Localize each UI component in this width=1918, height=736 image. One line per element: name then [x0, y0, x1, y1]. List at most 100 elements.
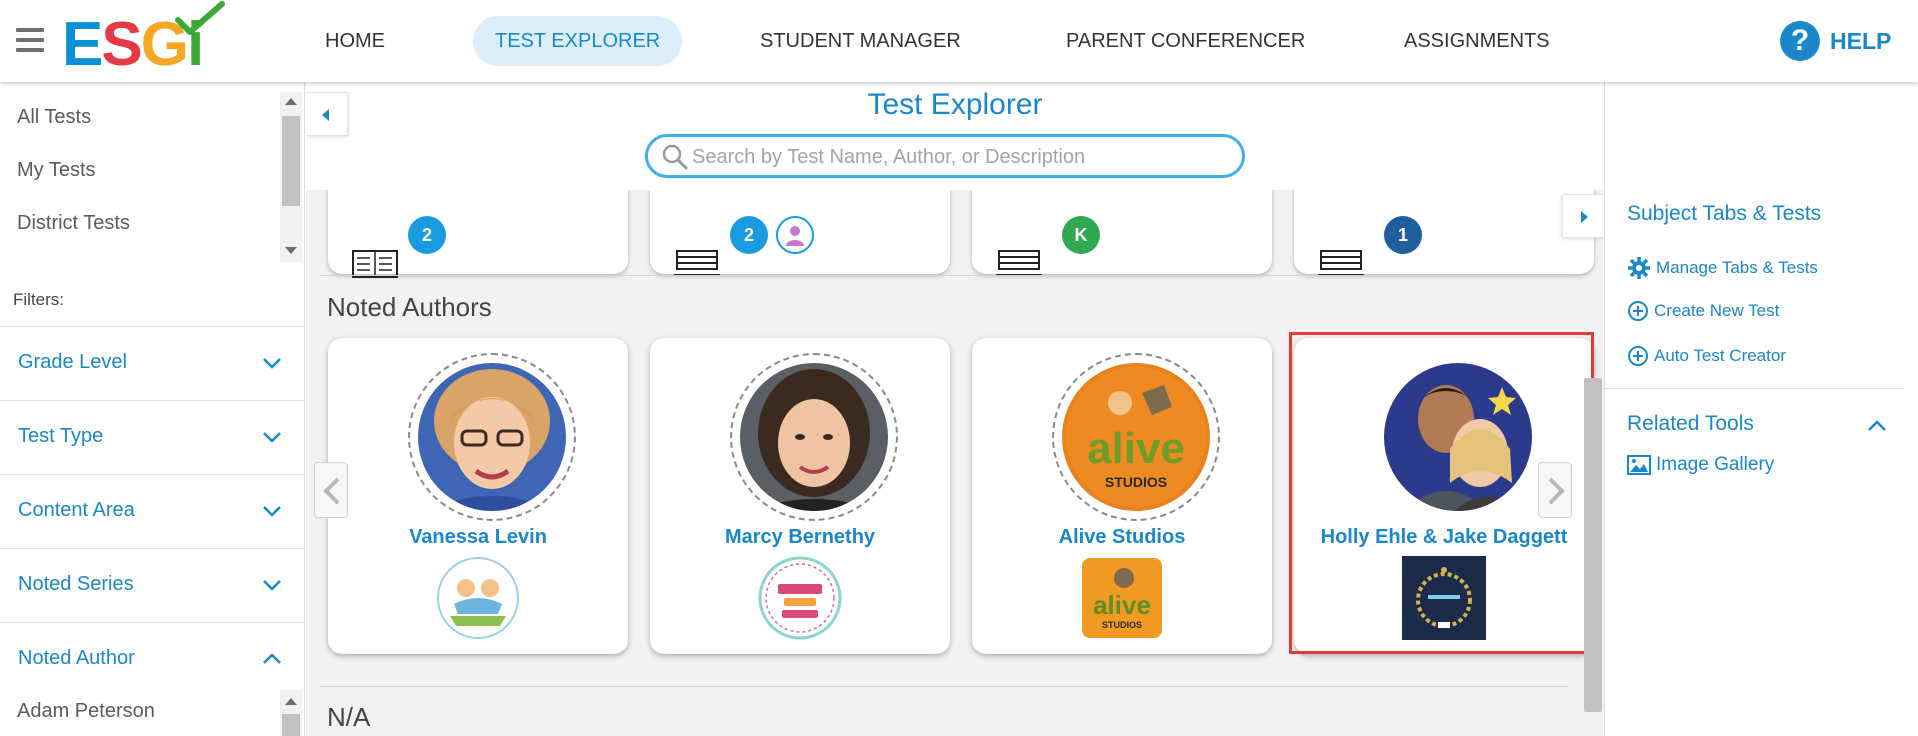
scroll-up-arrow-icon[interactable]: [285, 98, 297, 105]
avatar-frame: [730, 353, 898, 521]
alive-studios-logo-icon: alive STUDIOS: [1082, 558, 1162, 638]
library-list: All Tests My Tests District Tests: [0, 82, 280, 262]
avatar: [1384, 363, 1532, 511]
chevron-down-icon: [263, 358, 281, 369]
computer-icon: [1318, 250, 1364, 276]
library-list-scrollbar[interactable]: [280, 92, 302, 262]
avatar-frame: [408, 353, 576, 521]
scrollbar-thumb[interactable]: [282, 116, 300, 206]
scrollbar-thumb[interactable]: [282, 714, 300, 736]
help-button[interactable]: ? HELP: [1780, 21, 1891, 61]
gear-icon: [1628, 257, 1650, 279]
link-label: Image Gallery: [1656, 454, 1775, 475]
filter-label: Test Type: [18, 425, 104, 447]
nav-student-manager[interactable]: STUDENT MANAGER: [738, 16, 983, 66]
library-all-tests[interactable]: All Tests: [17, 106, 91, 129]
library-district-tests[interactable]: District Tests: [17, 212, 130, 235]
page-title: Test Explorer: [867, 88, 1043, 121]
person-icon: [786, 226, 804, 246]
top-navigation-bar: ESGi HOME TEST EXPLORER STUDENT MANAGER …: [0, 0, 1918, 82]
nav-parent-conferencer[interactable]: PARENT CONFERENCER: [1044, 16, 1327, 66]
center-header: Test Explorer: [306, 82, 1604, 190]
chevron-left-icon: [323, 477, 340, 505]
collapse-right-panel-button[interactable]: [1562, 194, 1604, 238]
filter-noted-author[interactable]: Noted Author: [0, 622, 304, 696]
section-title-noted-authors: Noted Authors: [327, 292, 492, 322]
caret-right-icon: [1581, 211, 1588, 223]
search-input[interactable]: [692, 144, 1232, 170]
author-name: Marcy Bernethy: [724, 526, 876, 548]
svg-text:STUDIOS: STUDIOS: [1105, 474, 1167, 490]
filter-noted-series[interactable]: Noted Series: [0, 548, 304, 622]
help-label: HELP: [1830, 27, 1892, 54]
grade-badge: 1: [1384, 216, 1422, 254]
computer-icon: [674, 250, 720, 276]
filter-label: Noted Author: [18, 647, 135, 669]
manage-tabs-tests-link[interactable]: Manage Tabs & Tests: [1627, 256, 1818, 280]
svg-text:STUDIOS: STUDIOS: [1102, 620, 1142, 630]
svg-text:alive: alive: [1087, 424, 1185, 473]
saddle-up-logo-icon: [758, 556, 842, 640]
scroll-up-arrow-icon[interactable]: [285, 698, 297, 705]
filter-label: Noted Series: [18, 573, 134, 595]
avatar: [418, 363, 566, 511]
avatar: alive STUDIOS: [1062, 363, 1210, 511]
nav-home[interactable]: HOME: [303, 16, 407, 66]
nav-test-explorer[interactable]: TEST EXPLORER: [473, 16, 683, 66]
author-list-scrollbar[interactable]: [280, 690, 302, 736]
logo-checkmark-icon: [175, 1, 225, 35]
carousel-next-button[interactable]: [1538, 462, 1572, 518]
pre-k-pages-logo-icon: [437, 557, 519, 639]
right-panel: Subject Tabs & Tests Manage Tabs & Tests…: [1604, 82, 1918, 736]
chevron-down-icon: [263, 580, 281, 591]
book-checklist-icon: [352, 250, 398, 278]
nav-assignments[interactable]: ASSIGNMENTS: [1382, 16, 1572, 66]
plus-circle-icon: [1628, 346, 1648, 366]
search-box[interactable]: [645, 134, 1245, 178]
avatar-frame: [1374, 353, 1542, 521]
chevron-up-icon[interactable]: [1867, 420, 1887, 432]
chevron-down-icon: [263, 432, 281, 443]
filter-test-type[interactable]: Test Type: [0, 400, 304, 474]
hamburger-menu-icon[interactable]: [16, 28, 44, 52]
filters-label: Filters:: [13, 290, 64, 309]
auto-test-creator-link[interactable]: Auto Test Creator: [1627, 345, 1786, 367]
computer-icon: [996, 250, 1042, 276]
noted-author-option[interactable]: Adam Peterson: [17, 700, 155, 723]
test-explorer-main: Test Explorer 2 2: [306, 82, 1604, 736]
filter-content-area[interactable]: Content Area: [0, 474, 304, 548]
svg-text:alive: alive: [1093, 590, 1151, 620]
link-label: Manage Tabs & Tests: [1656, 258, 1818, 277]
library-my-tests[interactable]: My Tests: [17, 159, 96, 182]
main-scrollbar-thumb[interactable]: [1584, 378, 1602, 712]
filter-grade-level[interactable]: Grade Level: [0, 326, 304, 400]
filter-label: Content Area: [18, 499, 135, 521]
grade-badge: 2: [730, 216, 768, 254]
esgi-logo[interactable]: ESGi: [62, 0, 225, 76]
grade-badge: 2: [408, 216, 446, 254]
scroll-down-arrow-icon[interactable]: [285, 247, 297, 254]
author-name: Alive Studios: [1058, 526, 1186, 548]
carousel-prev-button[interactable]: [314, 462, 348, 518]
chevron-down-icon: [263, 506, 281, 517]
author-name: Holly Ehle & Jake Daggett: [1320, 526, 1568, 548]
image-gallery-link[interactable]: Image Gallery: [1627, 454, 1774, 476]
grade-badge: K: [1062, 216, 1100, 254]
author-name: Vanessa Levin: [409, 526, 547, 548]
avatar: [740, 363, 888, 511]
filter-label: Grade Level: [18, 351, 127, 373]
related-tools-heading: Related Tools: [1627, 412, 1754, 435]
panel-divider: [1605, 388, 1905, 389]
author-card-vanessa-levin[interactable]: Vanessa Levin: [328, 338, 628, 654]
create-new-test-link[interactable]: Create New Test: [1627, 300, 1779, 322]
section-divider: [320, 275, 1568, 276]
author-card-marcy-bernethy[interactable]: Marcy Bernethy: [650, 338, 950, 654]
chevron-up-icon: [263, 653, 281, 664]
link-label: Create New Test: [1654, 301, 1780, 320]
chevron-right-icon: [1548, 477, 1565, 505]
section-title-n-a: N/A: [327, 702, 371, 732]
avatar-frame: alive STUDIOS: [1052, 353, 1220, 521]
author-card-alive-studios[interactable]: alive STUDIOS Alive Studios alive STUDIO…: [972, 338, 1272, 654]
link-label: Auto Test Creator: [1654, 346, 1786, 365]
search-icon: [662, 144, 688, 170]
